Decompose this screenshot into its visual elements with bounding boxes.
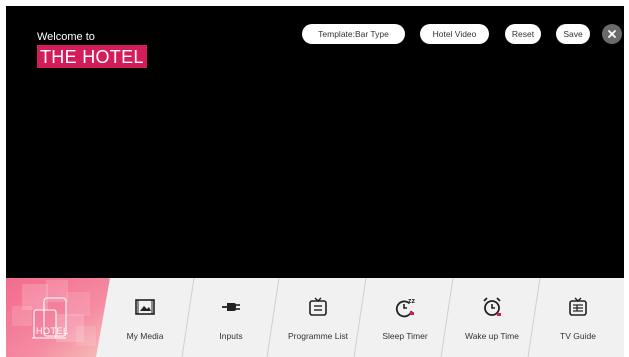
close-icon	[608, 30, 616, 38]
menu-label-inputs: Inputs	[219, 331, 243, 341]
hotel-tv-screen: Welcome to THE HOTEL Template:Bar Type H…	[0, 0, 629, 357]
menu-item-wake-up-time[interactable]: Wake up Time	[448, 278, 536, 357]
welcome-prefix: Welcome to	[37, 31, 95, 43]
tv-guide-icon	[569, 297, 587, 316]
hotel-video-button[interactable]: Hotel Video	[420, 24, 489, 44]
video-area: Welcome to THE HOTEL	[6, 6, 624, 278]
menu-label-tv-guide: TV Guide	[560, 331, 596, 341]
close-button[interactable]	[602, 24, 622, 44]
menu-label-wake-up-time: Wake up Time	[464, 331, 519, 341]
menu-item-sleep-timer[interactable]: zz Sleep Timer	[361, 278, 449, 357]
reset-button[interactable]: Reset	[505, 24, 541, 44]
menu-item-tv-guide[interactable]: TV Guide	[535, 278, 621, 357]
media-icon	[135, 299, 155, 315]
tv-list-icon	[309, 297, 327, 316]
menu-label-my-media: My Media	[126, 331, 164, 341]
save-button[interactable]: Save	[556, 24, 590, 44]
menu-item-programme-list[interactable]: Programme List	[274, 278, 362, 357]
menu-item-my-media[interactable]: My Media	[102, 278, 188, 357]
menu-label-sleep-timer: Sleep Timer	[382, 331, 428, 341]
welcome-banner: Welcome to THE HOTEL	[37, 31, 147, 68]
svg-text:zz: zz	[408, 298, 416, 305]
alarm-clock-icon	[483, 297, 501, 316]
sleep-timer-icon: zz	[395, 298, 416, 318]
menu-label-programme-list: Programme List	[288, 331, 348, 341]
menu-item-inputs[interactable]: Inputs	[188, 278, 274, 357]
menu-bar: HOTEL My Media Inputs Programme List zz …	[6, 278, 624, 357]
hotel-title: THE HOTEL	[37, 45, 147, 68]
input-plug-icon	[222, 303, 240, 311]
template-button[interactable]: Template:Bar Type	[302, 24, 405, 44]
